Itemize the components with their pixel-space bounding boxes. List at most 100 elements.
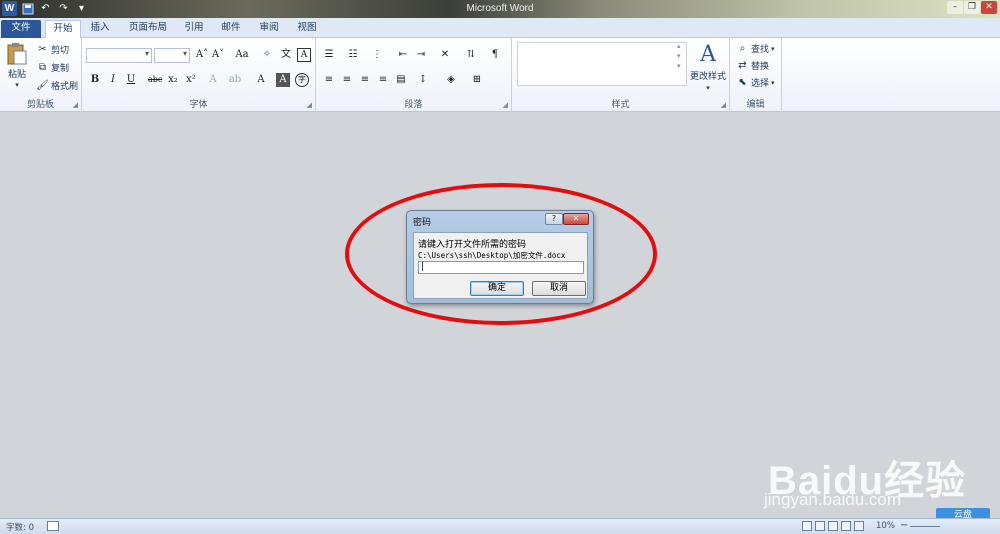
web-layout-icon[interactable] (828, 521, 838, 531)
cancel-button[interactable]: 取消 (532, 281, 586, 296)
group-editing: ⌕ 查找 ▾ ⇄ 替换 ⬉ 选择 ▾ 编辑 (730, 38, 782, 112)
zoom-level[interactable]: 10% (876, 521, 895, 531)
align-center-icon[interactable]: ≡ (340, 73, 354, 87)
align-left-icon[interactable]: ≡ (322, 73, 336, 87)
find-button[interactable]: ⌕ 查找 ▾ (736, 42, 775, 55)
show-marks-icon[interactable]: ¶ (488, 48, 502, 62)
ribbon-tabs: 文件 开始 插入 页面布局 引用 邮件 审阅 视图 ⌃ ? (0, 18, 1000, 50)
status-bar: 字数: 0 10% − (0, 518, 1000, 534)
minimize-button[interactable]: – (947, 1, 963, 14)
select-label: 选择 (751, 79, 770, 89)
tab-review[interactable]: 审阅 (253, 20, 285, 38)
quick-styles-gallery[interactable] (517, 42, 687, 86)
dialog-close-button[interactable]: ✕ (563, 213, 589, 225)
change-styles-dropdown-icon: ▾ (706, 84, 710, 92)
gallery-up-icon[interactable]: ▴ (677, 42, 681, 50)
italic-icon[interactable]: I (106, 73, 120, 87)
font-size-combo[interactable] (154, 48, 190, 63)
group-font: A˄ A˅ Aa ✧ 文 A B I U abc x₂ x² A ab A A … (82, 38, 316, 112)
select-button[interactable]: ⬉ 选择 ▾ (736, 76, 775, 89)
draft-icon[interactable] (854, 521, 864, 531)
numbering-icon[interactable]: ☷ (346, 48, 360, 62)
restore-button[interactable]: ❐ (964, 1, 980, 14)
paste-label: 粘贴 (7, 70, 26, 80)
tab-references[interactable]: 引用 (178, 20, 210, 38)
replace-button[interactable]: ⇄ 替换 (736, 59, 769, 72)
styles-launcher-icon[interactable]: ◢ (721, 101, 726, 109)
full-screen-reading-icon[interactable] (815, 521, 825, 531)
document-workspace[interactable] (0, 112, 1000, 518)
gallery-down-icon[interactable]: ▾ (677, 52, 681, 60)
tab-page-layout[interactable]: 页面布局 (122, 20, 174, 38)
strikethrough-icon[interactable]: abc (148, 73, 162, 87)
copy-label: 复制 (51, 64, 70, 74)
change-case-icon[interactable]: Aa (232, 48, 252, 62)
print-layout-icon[interactable] (802, 521, 812, 531)
text-effects-icon[interactable]: A (206, 73, 220, 87)
cut-label: 剪切 (51, 46, 70, 56)
close-window-button[interactable]: ✕ (981, 1, 997, 14)
copy-button[interactable]: ⧉ 复制 (36, 61, 69, 74)
gallery-more-icon[interactable]: ▾ (677, 62, 681, 70)
phonetic-guide-icon[interactable]: 文 (279, 48, 293, 62)
distributed-icon[interactable]: ▤ (394, 73, 408, 87)
cut-button[interactable]: ✂ 剪切 (36, 43, 69, 56)
shrink-font-icon[interactable]: A˅ (211, 48, 225, 62)
zoom-slider[interactable] (910, 526, 940, 527)
select-dropdown-icon: ▾ (771, 78, 775, 87)
increase-indent-icon[interactable]: ⇥ (414, 48, 428, 62)
line-spacing-icon[interactable]: ↕ (416, 73, 430, 87)
dialog-file-path: C:\Users\ssh\Desktop\加密文件.docx (418, 251, 566, 260)
justify-icon[interactable]: ≡ (376, 73, 390, 87)
zoom-out-icon[interactable]: − (900, 520, 908, 531)
change-styles-button[interactable]: A 更改样式 ▾ (690, 42, 726, 92)
bold-icon[interactable]: B (88, 73, 102, 87)
change-styles-icon: A (700, 42, 716, 67)
ok-button[interactable]: 确定 (470, 281, 524, 296)
subscript-icon[interactable]: x₂ (166, 73, 180, 87)
character-border-icon[interactable]: A (297, 48, 311, 62)
bullets-icon[interactable]: ☰ (322, 48, 336, 62)
format-painter-button[interactable]: 🖌 格式刷 (36, 79, 78, 92)
chinese-layout-icon[interactable]: ✕ (438, 48, 452, 62)
tab-file[interactable]: 文件 (1, 20, 41, 38)
tab-home[interactable]: 开始 (45, 20, 81, 38)
clear-format-icon[interactable]: ✧ (260, 48, 274, 62)
dialog-prompt: 请键入打开文件所需的密码 (418, 240, 527, 250)
font-launcher-icon[interactable]: ◢ (307, 101, 312, 109)
tab-view[interactable]: 视图 (291, 20, 323, 38)
clipboard-launcher-icon[interactable]: ◢ (73, 101, 78, 109)
paste-dropdown-icon: ▾ (15, 81, 19, 89)
sort-icon[interactable]: ⇅ (464, 48, 478, 62)
borders-icon[interactable]: ⊞ (470, 73, 484, 87)
gallery-scroll[interactable]: ▴ ▾ ▾ (677, 42, 681, 70)
find-dropdown-icon: ▾ (771, 44, 775, 53)
view-buttons (802, 521, 864, 531)
underline-icon[interactable]: U (124, 73, 138, 87)
grow-font-icon[interactable]: A˄ (195, 48, 209, 62)
enclose-characters-icon[interactable]: 字 (295, 73, 309, 87)
format-painter-label: 格式刷 (51, 82, 79, 92)
highlight-color-icon[interactable]: ab (228, 73, 242, 87)
dialog-help-button[interactable]: ? (545, 213, 563, 225)
ribbon: 粘贴 ▾ ✂ 剪切 ⧉ 复制 🖌 格式刷 剪贴板 ◢ A˄ A˅ Aa ✧ 文 … (0, 38, 1000, 112)
tab-insert[interactable]: 插入 (84, 20, 116, 38)
paste-button[interactable]: 粘贴 ▾ (6, 42, 28, 89)
font-color-icon[interactable]: A (254, 73, 268, 87)
paragraph-launcher-icon[interactable]: ◢ (503, 101, 508, 109)
proofing-icon[interactable] (47, 521, 59, 531)
outline-icon[interactable] (841, 521, 851, 531)
align-right-icon[interactable]: ≡ (358, 73, 372, 87)
shading-icon[interactable]: ◈ (444, 73, 458, 87)
multilevel-list-icon[interactable]: ⋮ (370, 48, 384, 62)
password-input[interactable]: | (418, 261, 584, 274)
word-count[interactable]: 字数: 0 (6, 521, 34, 533)
decrease-indent-icon[interactable]: ⇤ (396, 48, 410, 62)
binoculars-icon: ⌕ (739, 43, 746, 54)
superscript-icon[interactable]: x² (184, 73, 198, 87)
text-cursor: | (421, 262, 425, 272)
character-shading-icon[interactable]: A (276, 73, 290, 87)
font-name-combo[interactable] (86, 48, 152, 63)
tab-mailings[interactable]: 邮件 (215, 20, 247, 38)
find-label: 查找 (751, 45, 770, 55)
